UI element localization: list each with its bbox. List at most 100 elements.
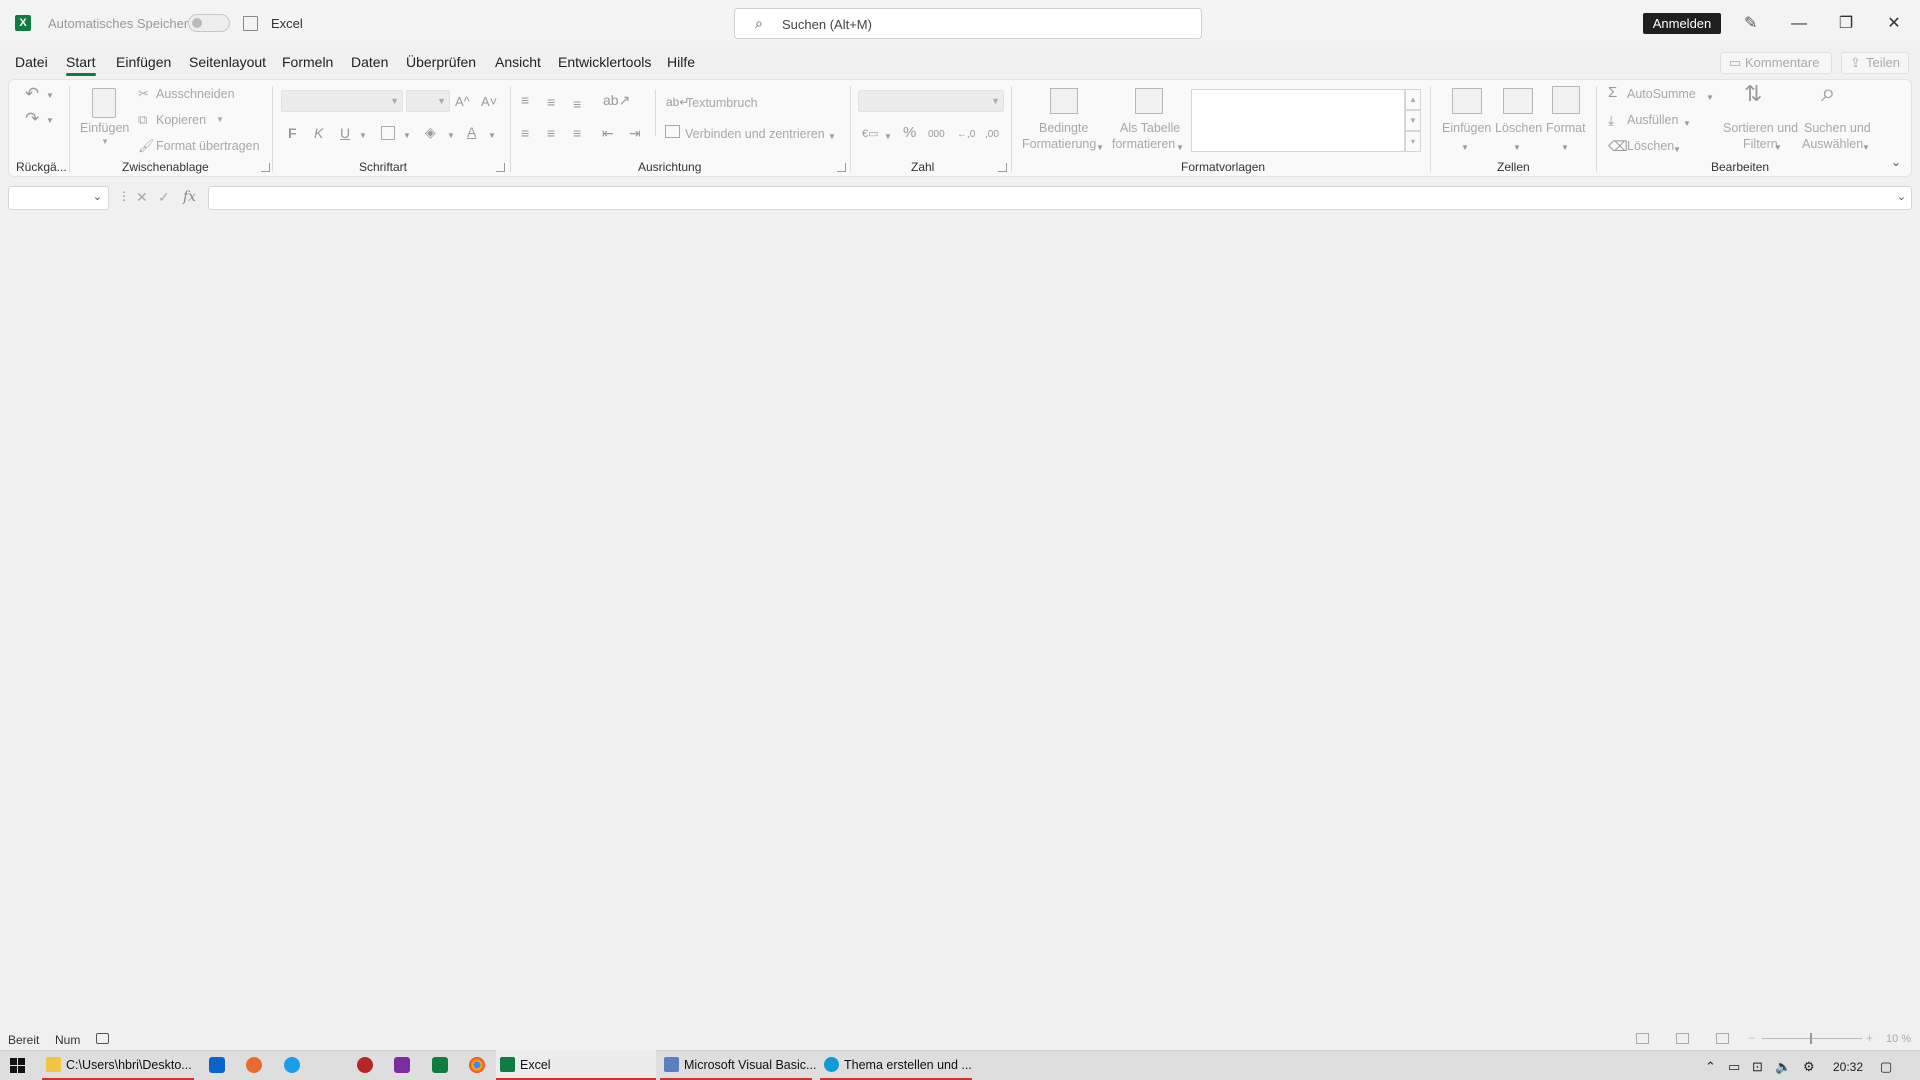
format-painter-label[interactable]: Format übertragen: [156, 139, 260, 153]
insert-cells-dropdown-icon[interactable]: ▼: [1461, 140, 1469, 156]
expand-formula-icon[interactable]: ⌄: [1897, 190, 1906, 203]
accessibility-icon[interactable]: [96, 1033, 109, 1044]
delete-cells-icon[interactable]: [1503, 88, 1533, 114]
magnifier-icon[interactable]: ⌕: [1821, 79, 1836, 105]
undo-dropdown-icon[interactable]: ▼: [46, 88, 54, 104]
align-left-icon[interactable]: ≡: [521, 125, 529, 141]
save-icon[interactable]: [243, 16, 258, 31]
font-color-dropdown-icon[interactable]: ▼: [488, 128, 496, 144]
borders-dropdown-icon[interactable]: ▼: [403, 128, 411, 144]
search-box[interactable]: ⌕ Suchen (Alt+M): [734, 8, 1202, 39]
conditional-formatting-label-2[interactable]: Formatierung: [1022, 137, 1096, 151]
battery-icon[interactable]: ▭: [1728, 1059, 1740, 1075]
find-select-label-2[interactable]: Auswählen: [1802, 137, 1863, 151]
name-box[interactable]: ⌄: [8, 186, 109, 210]
redo-icon[interactable]: ↷: [25, 110, 39, 127]
fill-label[interactable]: Ausfüllen: [1627, 113, 1678, 127]
fill-color-icon[interactable]: ◈: [425, 124, 436, 140]
share-button[interactable]: ⇪ Teilen: [1841, 52, 1909, 74]
italic-button[interactable]: K: [314, 125, 323, 141]
insert-cells-icon[interactable]: [1452, 88, 1482, 114]
tab-entwicklertools[interactable]: Entwicklertools: [558, 54, 651, 70]
alignment-launcher-icon[interactable]: [837, 163, 846, 172]
skype-icon[interactable]: [284, 1057, 300, 1073]
tab-formeln[interactable]: Formeln: [282, 54, 333, 70]
increase-indent-icon[interactable]: ⇥: [629, 125, 641, 141]
wrap-text-label[interactable]: Textumbruch: [686, 96, 758, 110]
format-as-table-label-2[interactable]: formatieren: [1112, 137, 1175, 151]
collapse-ribbon-icon[interactable]: ⌄: [1891, 154, 1901, 170]
align-top-icon[interactable]: ≡: [521, 92, 529, 108]
taskbar-edge[interactable]: Thema erstellen und ...: [820, 1050, 972, 1080]
shrink-font-icon[interactable]: A˅: [481, 94, 497, 110]
underline-button[interactable]: U: [340, 125, 350, 141]
tab-daten[interactable]: Daten: [351, 54, 388, 70]
cancel-icon[interactable]: ✕: [136, 189, 148, 206]
find-select-label-1[interactable]: Suchen und: [1804, 121, 1871, 135]
taskbar-excel[interactable]: Excel: [496, 1050, 656, 1080]
clock[interactable]: 20:32: [1833, 1060, 1863, 1074]
sort-filter-label-2[interactable]: Filtern: [1743, 137, 1778, 151]
tab-einfuegen[interactable]: Einfügen: [116, 54, 171, 70]
sort-filter-label-1[interactable]: Sortieren und: [1723, 121, 1798, 135]
tab-datei[interactable]: Datei: [15, 54, 48, 70]
clear-dropdown-icon[interactable]: ▼: [1673, 142, 1681, 158]
insert-cells-label[interactable]: Einfügen: [1442, 121, 1491, 135]
clipboard-launcher-icon[interactable]: [261, 163, 270, 172]
zoom-slider[interactable]: [1762, 1038, 1862, 1039]
fill-dropdown-icon[interactable]: ▼: [1683, 116, 1691, 132]
format-as-table-dropdown-icon[interactable]: ▼: [1176, 140, 1184, 156]
decrease-indent-icon[interactable]: ⇤: [602, 125, 614, 141]
format-as-table-label-1[interactable]: Als Tabelle: [1120, 121, 1180, 135]
signin-button[interactable]: Anmelden: [1643, 13, 1721, 34]
taskbar-vba[interactable]: Microsoft Visual Basic...: [660, 1050, 816, 1080]
format-cells-icon[interactable]: [1552, 86, 1580, 114]
tab-ueberpruefen[interactable]: Überprüfen: [406, 54, 476, 70]
format-cells-label[interactable]: Format: [1546, 121, 1586, 135]
excel-taskbar-icon[interactable]: [432, 1057, 448, 1073]
clear-label[interactable]: Löschen: [1627, 139, 1674, 153]
font-color-icon[interactable]: A: [467, 124, 476, 140]
merge-center-label[interactable]: Verbinden und zentrieren: [685, 127, 825, 141]
outlook-icon[interactable]: [209, 1057, 225, 1073]
page-break-view-icon[interactable]: [1716, 1033, 1729, 1044]
chrome-icon[interactable]: [469, 1057, 485, 1073]
decrease-decimal-button[interactable]: ,00: [985, 127, 999, 143]
gallery-scroll-down-icon[interactable]: ▼: [1405, 110, 1421, 131]
number-format-combo[interactable]: ▼: [858, 90, 1004, 112]
pen-icon[interactable]: ✎: [1744, 13, 1757, 33]
chevron-down-icon[interactable]: ⌄: [93, 190, 102, 203]
onenote-icon[interactable]: [394, 1057, 410, 1073]
font-name-combo[interactable]: ▼: [281, 90, 403, 112]
copy-label[interactable]: Kopieren: [156, 113, 206, 127]
zoom-in-button[interactable]: +: [1866, 1031, 1873, 1045]
font-size-combo[interactable]: ▼: [406, 90, 450, 112]
windows-start-icon[interactable]: [10, 1058, 25, 1073]
cell-styles-gallery[interactable]: [1191, 89, 1405, 152]
align-bottom-icon[interactable]: ≡: [573, 96, 581, 112]
minimize-button[interactable]: —: [1776, 0, 1822, 47]
cut-label[interactable]: Ausschneiden: [156, 87, 235, 101]
normal-view-icon[interactable]: [1636, 1033, 1649, 1044]
increase-decimal-button[interactable]: ←,0: [957, 127, 975, 143]
find-select-dropdown-icon[interactable]: ▼: [1862, 140, 1870, 156]
autosum-dropdown-icon[interactable]: ▼: [1706, 90, 1714, 106]
align-right-icon[interactable]: ≡: [573, 125, 581, 141]
thousands-button[interactable]: 000: [928, 127, 945, 143]
paste-label[interactable]: Einfügen: [80, 121, 129, 135]
firefox-icon[interactable]: [246, 1057, 262, 1073]
taskbar-explorer[interactable]: C:\Users\hbri\Deskto...: [42, 1050, 194, 1080]
tab-hilfe[interactable]: Hilfe: [667, 54, 695, 70]
percent-button[interactable]: %: [903, 125, 916, 141]
network-icon[interactable]: ⊡: [1752, 1059, 1763, 1075]
delete-cells-label[interactable]: Löschen: [1495, 121, 1542, 135]
redo-dropdown-icon[interactable]: ▼: [46, 113, 54, 129]
fill-color-dropdown-icon[interactable]: ▼: [447, 128, 455, 144]
merge-dropdown-icon[interactable]: ▼: [828, 129, 836, 145]
restore-button[interactable]: ❐: [1823, 0, 1869, 47]
number-launcher-icon[interactable]: [998, 163, 1007, 172]
zoom-level[interactable]: 10 %: [1886, 1033, 1911, 1045]
close-button[interactable]: ✕: [1871, 0, 1917, 47]
orientation-icon[interactable]: ab↗: [603, 92, 630, 108]
paste-dropdown-icon[interactable]: ▼: [101, 137, 109, 146]
